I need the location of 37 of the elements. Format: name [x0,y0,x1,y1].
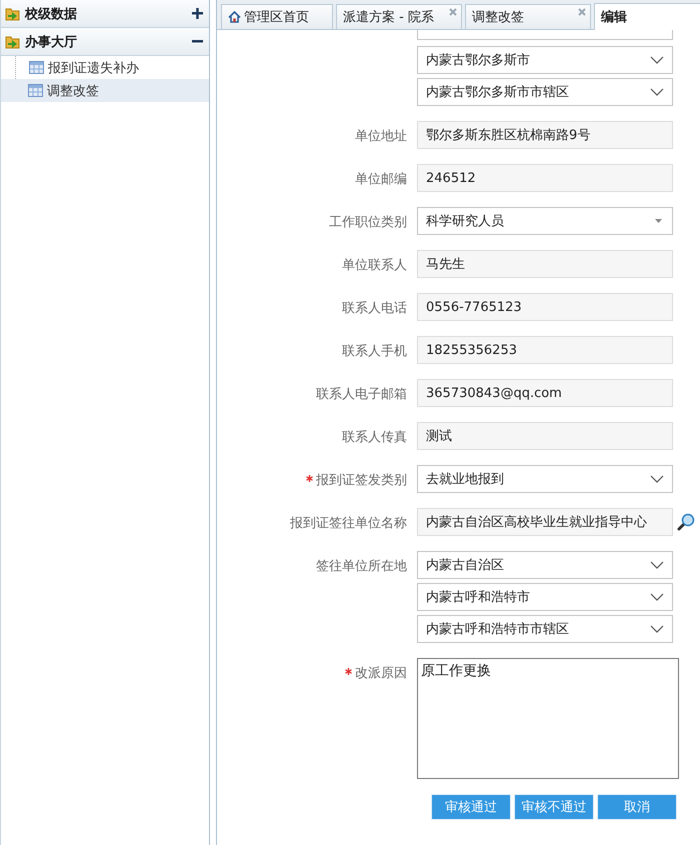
group-label: 办事大厅 [25,34,78,50]
field-label: 单位联系人 [342,257,407,274]
input-field[interactable]: 365730843@qq.com [417,379,673,407]
select-field[interactable]: 内蒙古呼和浩特市市辖区 [417,615,673,643]
input-field[interactable]: 鄂尔多斯东胜区杭棉南路9号 [417,121,673,149]
group-label: 校级数据 [25,6,78,22]
dropdown-field[interactable]: 科学研究人员 [417,207,673,235]
field-label: 联系人手机 [342,343,407,360]
tab[interactable]: 派遣方案 - 院系 [336,4,462,29]
input-field[interactable]: 测试 [417,422,673,450]
select-field[interactable]: 去就业地报到 [417,465,673,493]
field-label: 报到证签发类别 [316,472,407,489]
input-field[interactable]: 马先生 [417,250,673,278]
tab[interactable]: 编辑 [594,3,700,30]
group-header[interactable]: 办事大厅 [1,28,209,56]
tab[interactable]: 调整改签 [465,4,591,29]
text-area[interactable]: 原工作更换 [417,658,679,779]
field-label: 联系人电子邮箱 [316,386,407,403]
field-label: 工作职位类别 [329,214,407,231]
select-field[interactable]: 内蒙古鄂尔多斯市市辖区 [417,78,673,106]
field-label: 报到证签往单位名称 [290,515,407,532]
field-label: 单位地址 [355,128,407,145]
tab[interactable]: 管理区首页 [221,4,333,29]
input-field[interactable]: 内蒙古自治区高校毕业生就业指导中心 [417,508,673,536]
field-label: 改派原因 [355,665,407,682]
input-field[interactable]: 0556-7765123 [417,293,673,321]
field-label: 联系人传真 [342,429,407,446]
group-header[interactable]: 校级数据 [1,0,209,28]
input-field[interactable]: 18255356253 [417,336,673,364]
field-label: 联系人电话 [342,300,407,317]
select-field[interactable]: 内蒙古鄂尔多斯市 [417,46,673,74]
field-label: 单位邮编 [355,171,407,188]
tree-item[interactable]: 调整改签 [1,79,209,102]
select-field[interactable]: 内蒙古呼和浩特市 [417,583,673,611]
input-field[interactable]: 246512 [417,164,673,192]
select-field[interactable]: 内蒙古自治区 [417,551,673,579]
field-label: 签往单位所在地 [316,558,407,575]
